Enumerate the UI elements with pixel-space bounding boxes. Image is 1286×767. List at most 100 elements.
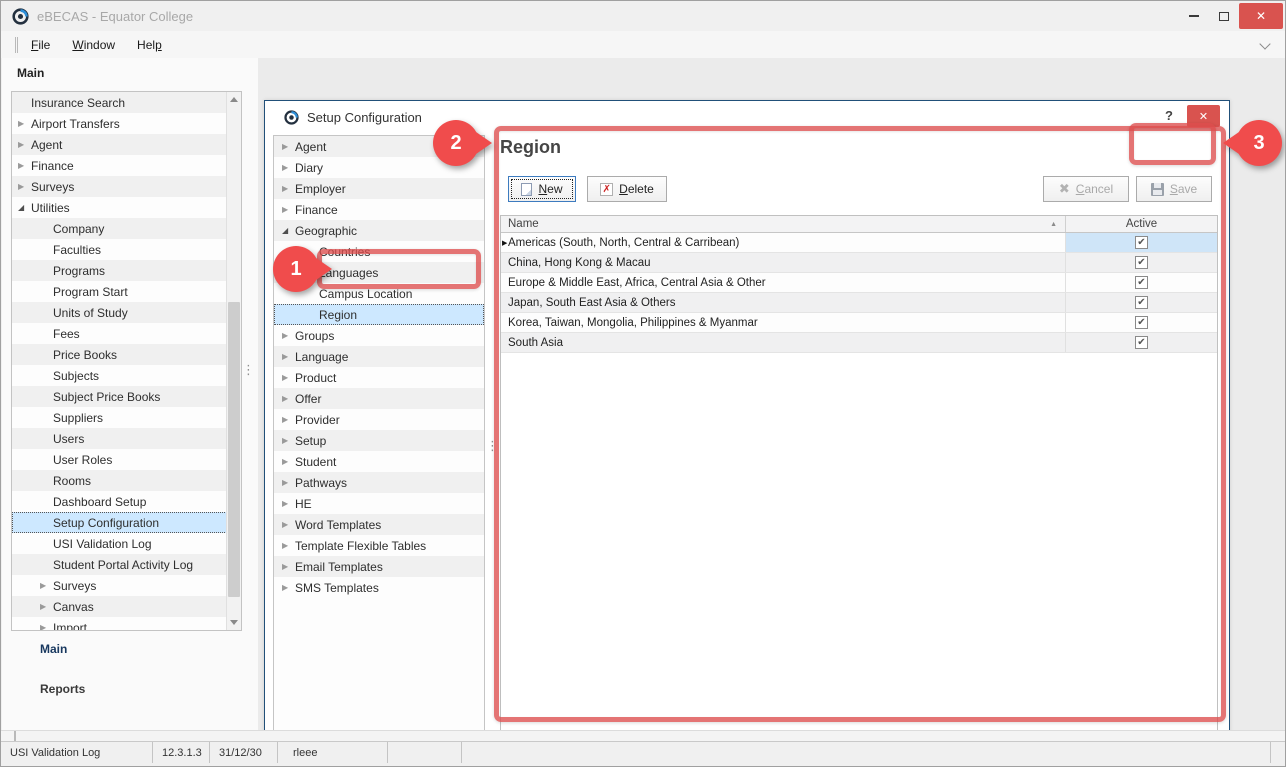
tree-expand-icon[interactable]: ▶ (282, 184, 295, 193)
tree-item-geographic[interactable]: ◢Geographic (274, 220, 484, 241)
cell-name[interactable]: China, Hong Kong & Macau (501, 253, 1066, 272)
tree-expand-icon[interactable]: ▶ (40, 602, 53, 611)
tree-item-word-templates[interactable]: ▶Word Templates (274, 514, 484, 535)
new-button[interactable]: New (508, 176, 576, 202)
tree-item-he[interactable]: ▶HE (274, 493, 484, 514)
close-button[interactable]: ✕ (1239, 3, 1283, 29)
maximize-button[interactable] (1209, 3, 1239, 29)
tree-item-program-start[interactable]: Program Start (12, 281, 241, 302)
cell-active[interactable]: ✔ (1066, 313, 1217, 332)
tree-expand-icon[interactable]: ▶ (282, 352, 295, 361)
tree-expand-icon[interactable]: ▶ (282, 142, 295, 151)
tree-item-countries[interactable]: Countries (274, 241, 484, 262)
cell-name[interactable]: Korea, Taiwan, Mongolia, Philippines & M… (501, 313, 1066, 332)
tree-item-diary[interactable]: ▶Diary (274, 157, 484, 178)
cancel-button[interactable]: ✖ Cancel (1043, 176, 1129, 202)
tree-expand-icon[interactable]: ▶ (282, 562, 295, 571)
table-row[interactable]: Japan, South East Asia & Others✔ (501, 293, 1217, 313)
minimize-button[interactable] (1179, 3, 1209, 29)
tree-item-email-templates[interactable]: ▶Email Templates (274, 556, 484, 577)
tree-item-programs[interactable]: Programs (12, 260, 241, 281)
tree-item-faculties[interactable]: Faculties (12, 239, 241, 260)
tree-expand-icon[interactable]: ◢ (282, 226, 295, 235)
tree-item-provider[interactable]: ▶Provider (274, 409, 484, 430)
delete-button[interactable]: ✗ Delete (587, 176, 667, 202)
active-checkbox[interactable]: ✔ (1135, 336, 1148, 349)
tree-item-pathways[interactable]: ▶Pathways (274, 472, 484, 493)
tree-expand-icon[interactable]: ▶ (18, 161, 31, 170)
tree-expand-icon[interactable]: ▶ (282, 478, 295, 487)
tree-item-student-portal-activity-log[interactable]: Student Portal Activity Log (12, 554, 241, 575)
tree-expand-icon[interactable]: ▶ (18, 119, 31, 128)
tree-expand-icon[interactable]: ▶ (282, 520, 295, 529)
save-button[interactable]: Save (1136, 176, 1212, 202)
tree-item-setup-configuration[interactable]: Setup Configuration (12, 512, 241, 533)
tree-item-fees[interactable]: Fees (12, 323, 241, 344)
cell-active[interactable]: ✔ (1066, 333, 1217, 352)
tree-expand-icon[interactable]: ▶ (18, 182, 31, 191)
tree-item-campus-location[interactable]: Campus Location (274, 283, 484, 304)
dialog-help-button[interactable]: ? (1161, 108, 1177, 123)
tree-item-product[interactable]: ▶Product (274, 367, 484, 388)
tree-expand-icon[interactable]: ▶ (282, 499, 295, 508)
tree-item-setup[interactable]: ▶Setup (274, 430, 484, 451)
cell-active[interactable]: ✔ (1066, 293, 1217, 312)
tree-item-agent[interactable]: ▶Agent (12, 134, 241, 155)
tree-item-employer[interactable]: ▶Employer (274, 178, 484, 199)
tree-item-groups[interactable]: ▶Groups (274, 325, 484, 346)
cell-active[interactable]: ✔ (1066, 233, 1217, 252)
sidebar-footer-reports[interactable]: Reports (40, 682, 85, 696)
active-checkbox[interactable]: ✔ (1135, 256, 1148, 269)
sort-ascending-icon[interactable]: ▲ (1050, 221, 1057, 228)
tree-item-language[interactable]: ▶Language (274, 346, 484, 367)
tree-item-import[interactable]: ▶Import (12, 617, 241, 631)
tree-item-offer[interactable]: ▶Offer (274, 388, 484, 409)
tree-item-insurance-search[interactable]: Insurance Search (12, 92, 241, 113)
table-row[interactable]: China, Hong Kong & Macau ✔ (501, 253, 1217, 273)
tree-expand-icon[interactable]: ▶ (282, 163, 295, 172)
tree-expand-icon[interactable]: ▶ (40, 623, 53, 631)
tree-expand-icon[interactable]: ▶ (282, 436, 295, 445)
tree-item-surveys[interactable]: ▶Surveys (12, 176, 241, 197)
tree-item-languages[interactable]: Languages (274, 262, 484, 283)
dialog-close-button[interactable]: ✕ (1187, 105, 1220, 127)
column-header-active[interactable]: Active (1066, 216, 1217, 232)
table-row[interactable]: Korea, Taiwan, Mongolia, Philippines & M… (501, 313, 1217, 333)
tree-item-usi-validation-log[interactable]: USI Validation Log (12, 533, 241, 554)
cell-active[interactable]: ✔ (1066, 253, 1217, 272)
cell-name[interactable]: South Asia (501, 333, 1066, 352)
tree-item-price-books[interactable]: Price Books (12, 344, 241, 365)
tree-expand-icon[interactable]: ▶ (282, 331, 295, 340)
tree-expand-icon[interactable]: ▶ (282, 457, 295, 466)
sidebar-scrollbar[interactable] (226, 92, 241, 630)
active-checkbox[interactable]: ✔ (1135, 316, 1148, 329)
tree-expand-icon[interactable]: ▶ (282, 373, 295, 382)
cell-active[interactable]: ✔ (1066, 273, 1217, 292)
table-row[interactable]: Europe & Middle East, Africa, Central As… (501, 273, 1217, 293)
tree-item-agent[interactable]: ▶Agent (274, 136, 484, 157)
tree-expand-icon[interactable]: ▶ (282, 583, 295, 592)
menu-window[interactable]: Window (63, 34, 124, 56)
tree-item-sms-templates[interactable]: ▶SMS Templates (274, 577, 484, 598)
tree-item-student[interactable]: ▶Student (274, 451, 484, 472)
scrollbar-thumb[interactable] (228, 302, 240, 597)
cell-name[interactable]: ▶Americas (South, North, Central & Carri… (501, 233, 1066, 252)
tree-item-subject-price-books[interactable]: Subject Price Books (12, 386, 241, 407)
tree-item-airport-transfers[interactable]: ▶Airport Transfers (12, 113, 241, 134)
tree-item-dashboard-setup[interactable]: Dashboard Setup (12, 491, 241, 512)
tree-item-rooms[interactable]: Rooms (12, 470, 241, 491)
sidebar-footer-main[interactable]: Main (40, 642, 67, 656)
tree-item-surveys[interactable]: ▶Surveys (12, 575, 241, 596)
tree-item-subjects[interactable]: Subjects (12, 365, 241, 386)
column-header-name[interactable]: Name ▲ (501, 216, 1066, 232)
tree-expand-icon[interactable]: ▶ (282, 394, 295, 403)
tree-item-template-flexible-tables[interactable]: ▶Template Flexible Tables (274, 535, 484, 556)
toolbar-grip[interactable] (15, 37, 18, 53)
scroll-down-icon[interactable] (230, 620, 238, 625)
chevron-down-icon[interactable] (1259, 38, 1270, 49)
tree-expand-icon[interactable]: ▶ (282, 205, 295, 214)
active-checkbox[interactable]: ✔ (1135, 236, 1148, 249)
tree-item-finance[interactable]: ▶Finance (274, 199, 484, 220)
tree-item-utilities[interactable]: ◢Utilities (12, 197, 241, 218)
tree-expand-icon[interactable]: ▶ (40, 581, 53, 590)
